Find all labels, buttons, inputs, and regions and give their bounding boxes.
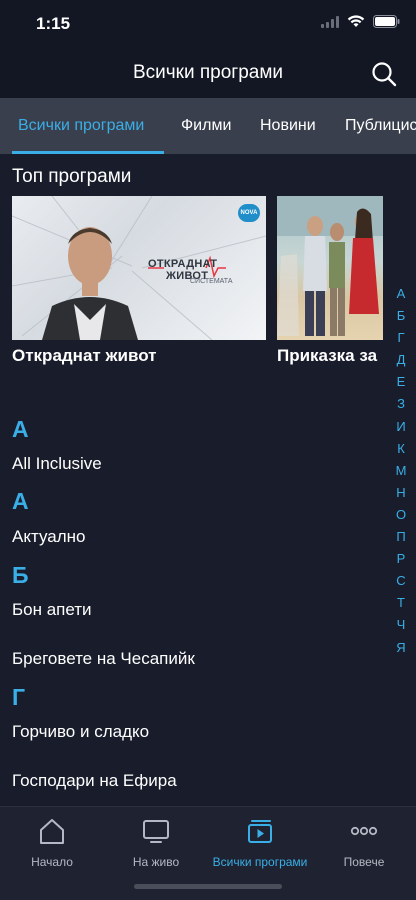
alpha-index-letter[interactable]: Д — [394, 349, 408, 371]
section-letter: А — [12, 416, 29, 442]
alpha-index-letter[interactable]: Е — [394, 371, 408, 393]
alpha-index-letter[interactable]: П — [394, 526, 408, 548]
wifi-icon — [347, 15, 365, 27]
program-card-fairy-tale[interactable]: Приказка за — [277, 196, 383, 366]
alphabet-index: А Б Г Д Е З И К М Н О П Р С Т Ч Я — [394, 283, 408, 659]
alpha-index-letter[interactable]: Н — [394, 482, 408, 504]
alpha-index-letter[interactable]: О — [394, 504, 408, 526]
tab-all-programs[interactable]: Всички програми — [18, 98, 144, 154]
list-item[interactable]: Бреговете на Чесапийк — [12, 649, 195, 669]
top-programs-title: Топ програми — [12, 166, 132, 187]
program-card-stolen-life[interactable]: ОТКРАДНАТ ЖИВОТ СИСТЕМАТА NOVA Откраднат… — [12, 196, 266, 366]
tabbar-label: Начало — [31, 855, 73, 869]
alpha-index-letter[interactable]: Ч — [394, 614, 408, 636]
tv-icon — [143, 820, 169, 843]
alpha-index-letter[interactable]: Я — [394, 637, 408, 659]
alpha-index-letter[interactable]: С — [394, 570, 408, 592]
more-dots-icon — [350, 826, 378, 836]
poster-logo-line1: ОТКРАДНАТ — [148, 258, 218, 270]
status-icons — [321, 15, 400, 28]
active-tab-indicator — [12, 151, 164, 154]
program-poster — [277, 196, 383, 340]
alpha-index-letter[interactable]: Г — [394, 327, 408, 349]
alpha-index-letter[interactable]: К — [394, 438, 408, 460]
home-icon — [40, 819, 64, 844]
card-title: Откраднат живот — [12, 346, 157, 365]
nav-header: Всички програми — [0, 50, 416, 98]
section-letter: А — [12, 488, 29, 514]
section-letter: Б — [12, 562, 29, 588]
alpha-index-letter[interactable]: М — [394, 460, 408, 482]
tabbar-more[interactable]: Повече — [312, 817, 416, 869]
category-tabs: Всички програми Филми Новини Публицис — [0, 98, 416, 154]
list-item[interactable]: Бон апети — [12, 600, 92, 620]
poster-logo-sub: СИСТЕМАТА — [190, 278, 233, 285]
play-stack-icon — [248, 820, 272, 843]
alpha-index-letter[interactable]: А — [394, 283, 408, 305]
home-indicator — [134, 884, 282, 889]
status-bar: 1:15 — [0, 0, 416, 50]
signal-icon — [321, 15, 339, 28]
tabbar-label: Всички програми — [212, 855, 308, 869]
tab-movies[interactable]: Филми — [181, 98, 231, 154]
search-button[interactable] — [370, 60, 398, 88]
list-item[interactable]: All Inclusive — [12, 454, 102, 474]
alpha-index-letter[interactable]: Р — [394, 548, 408, 570]
search-icon — [372, 62, 397, 87]
alpha-index-letter[interactable]: И — [394, 416, 408, 438]
tabbar-all-programs[interactable]: Всички програми — [208, 817, 312, 869]
tabbar-home[interactable]: Начало — [0, 817, 104, 869]
channel-badge: NOVA — [238, 204, 260, 222]
tabbar-live[interactable]: На живо — [104, 817, 208, 869]
card-title: Приказка за — [277, 346, 378, 365]
list-item[interactable]: Горчиво и сладко — [12, 722, 149, 742]
alpha-index-letter[interactable]: Б — [394, 305, 408, 327]
alpha-index-letter[interactable]: З — [394, 393, 408, 415]
poster-art — [277, 196, 383, 336]
program-poster: ОТКРАДНАТ ЖИВОТ СИСТЕМАТА NOVA — [12, 196, 266, 340]
list-item[interactable]: Господари на Ефира — [12, 771, 177, 791]
page-title: Всички програми — [132, 62, 284, 83]
tabbar-label: На живо — [132, 855, 180, 869]
list-item[interactable]: Актуално — [12, 527, 85, 547]
status-time: 1:15 — [36, 14, 71, 33]
alpha-index-letter[interactable]: Т — [394, 592, 408, 614]
section-letter: Г — [12, 684, 26, 710]
tabbar-label: Повече — [343, 855, 385, 869]
tab-news[interactable]: Новини — [260, 98, 316, 154]
tab-publicistics[interactable]: Публицис — [345, 98, 416, 154]
battery-icon — [373, 15, 400, 28]
